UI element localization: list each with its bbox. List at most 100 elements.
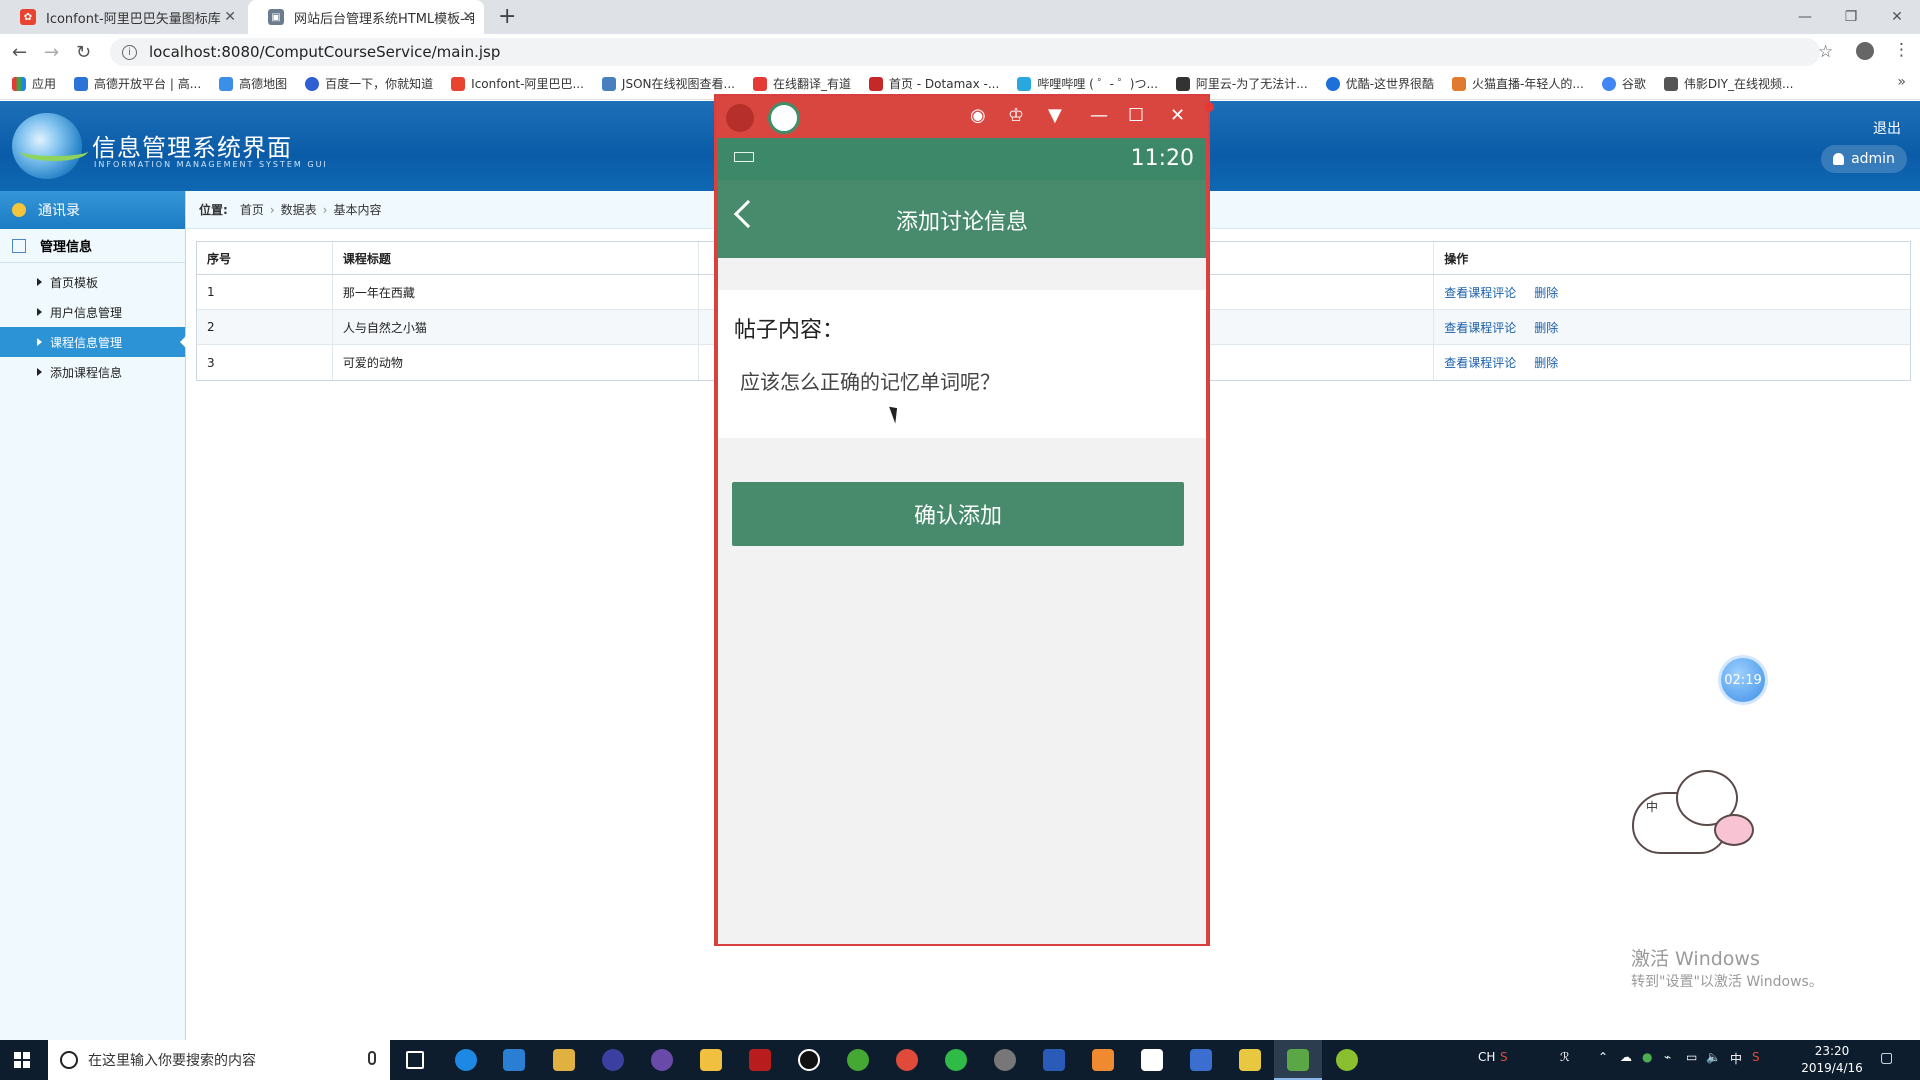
sogou-ime-icon[interactable]: S xyxy=(1752,1050,1760,1064)
chrome-icon[interactable] xyxy=(896,1049,918,1071)
file-explorer-icon[interactable] xyxy=(700,1049,722,1071)
task-view-icon[interactable] xyxy=(406,1051,424,1069)
taskbar-search-input[interactable]: 在这里输入你要搜索的内容 xyxy=(48,1040,390,1080)
minimize-icon[interactable]: — xyxy=(1090,105,1108,126)
ime-mascot[interactable]: 中 xyxy=(1630,770,1756,856)
store-icon[interactable] xyxy=(503,1049,525,1071)
logout-link[interactable]: 退出 xyxy=(1873,118,1901,138)
more-menu-icon[interactable]: ⋮ xyxy=(1893,40,1910,60)
sidebar-header-contacts[interactable]: 通讯录 xyxy=(0,191,185,229)
bookmark-item[interactable]: 高德开放平台 | 高... xyxy=(74,75,201,92)
delete-link[interactable]: 删除 xyxy=(1534,319,1558,336)
floating-timer[interactable]: 02:19 xyxy=(1721,658,1765,702)
post-content-input[interactable] xyxy=(740,362,1180,398)
app-icon[interactable] xyxy=(553,1049,575,1071)
bookmark-item[interactable]: 百度一下，你就知道 xyxy=(305,75,433,92)
wechat-icon[interactable] xyxy=(945,1049,967,1071)
word-icon[interactable] xyxy=(1043,1049,1065,1071)
app-icon[interactable] xyxy=(1336,1049,1358,1071)
taskbar-active-app[interactable] xyxy=(1274,1040,1322,1080)
close-icon[interactable]: ✕ xyxy=(224,9,236,25)
bookmark-item[interactable]: 阿里云-为了无法计... xyxy=(1175,75,1308,92)
usb-icon[interactable]: ⌁ xyxy=(1664,1050,1671,1064)
sidebar-item-add-course[interactable]: 添加课程信息 xyxy=(0,357,185,387)
bookmark-star-icon[interactable]: ☆ xyxy=(1818,42,1833,62)
bookmark-item[interactable]: 在线翻译_有道 xyxy=(752,75,851,92)
delete-link[interactable]: 删除 xyxy=(1534,284,1558,301)
notes-icon[interactable] xyxy=(1239,1049,1261,1071)
sidebar-item-course-management[interactable]: 课程信息管理 xyxy=(0,327,186,357)
forward-arrow-icon[interactable]: → xyxy=(44,42,59,63)
leaf-app-icon[interactable] xyxy=(847,1049,869,1071)
view-comments-link[interactable]: 查看课程评论 xyxy=(1444,319,1516,336)
tab-admin-template[interactable]: ▣ 网站后台管理系统HTML模板--我 ✕ xyxy=(248,0,484,34)
restore-button[interactable]: ❐ xyxy=(1828,0,1874,34)
system-clock[interactable]: 23:20 2019/4/16 xyxy=(1800,1043,1864,1077)
delete-link[interactable]: 删除 xyxy=(1534,354,1558,371)
bookmarks-overflow-icon[interactable]: » xyxy=(1897,74,1906,90)
view-comments-link[interactable]: 查看课程评论 xyxy=(1444,354,1516,371)
edge-icon[interactable] xyxy=(455,1049,477,1071)
minimize-button[interactable]: — xyxy=(1782,0,1828,34)
bookmark-item[interactable]: 高德地图 xyxy=(219,75,287,92)
eclipse-ee-icon[interactable] xyxy=(651,1049,673,1071)
bookmark-item[interactable]: 谷歌 xyxy=(1601,75,1646,92)
bookmark-apps[interactable]: 应用 xyxy=(12,75,56,92)
user-menu[interactable]: admin xyxy=(1821,145,1907,173)
sidebar-group-manage[interactable]: 管理信息 xyxy=(0,229,185,263)
dota-icon[interactable] xyxy=(749,1049,771,1071)
notifications-icon[interactable]: ▢ xyxy=(1880,1050,1893,1066)
network-icon[interactable]: ▭ xyxy=(1686,1050,1697,1064)
feather-app-icon[interactable] xyxy=(1190,1049,1212,1071)
sidebar-item-user-management[interactable]: 用户信息管理 xyxy=(0,297,185,327)
eclipse-icon[interactable] xyxy=(602,1049,624,1071)
app-toolbar: 添加讨论信息 xyxy=(718,180,1206,258)
microphone-icon[interactable] xyxy=(368,1051,376,1065)
app-icon[interactable] xyxy=(994,1049,1016,1071)
bookmark-item[interactable]: 伟影DIY_在线视频... xyxy=(1663,75,1793,92)
breadcrumb-data-table[interactable]: 数据表 xyxy=(281,201,317,218)
new-tab-button[interactable]: + xyxy=(498,4,516,29)
chevron-up-icon[interactable]: ⌃ xyxy=(1598,1050,1608,1064)
app-logo-icon[interactable] xyxy=(768,102,800,134)
dropdown-icon[interactable]: ▼ xyxy=(1048,105,1062,126)
confirm-add-button[interactable]: 确认添加 xyxy=(732,482,1184,546)
url-input[interactable]: i localhost:8080/ComputCourseService/mai… xyxy=(110,38,1820,66)
close-icon[interactable]: ✕ xyxy=(1170,105,1185,126)
close-window-button[interactable]: ✕ xyxy=(1874,0,1920,34)
profile-avatar-icon[interactable] xyxy=(1856,42,1874,60)
volume-icon[interactable]: 🔈 xyxy=(1706,1050,1721,1064)
chevron-down-icon xyxy=(12,203,26,217)
maximize-icon[interactable]: ☐ xyxy=(1128,105,1144,126)
breadcrumb-home[interactable]: 首页 xyxy=(240,201,264,218)
info-icon[interactable]: i xyxy=(122,44,137,60)
bookmark-item[interactable]: JSON在线视图查看... xyxy=(601,75,735,92)
view-comments-link[interactable]: 查看课程评论 xyxy=(1444,284,1516,301)
bookmark-item[interactable]: 优酷-这世界很酷 xyxy=(1325,75,1434,92)
bookmark-item[interactable]: Iconfont-阿里巴巴... xyxy=(451,75,584,92)
bookmark-item[interactable]: 哔哩哔哩 ( ゜- ゜)つ... xyxy=(1017,75,1158,92)
skin-icon[interactable]: ♔ xyxy=(1008,105,1024,126)
input-language[interactable]: CH xyxy=(1478,1050,1495,1064)
emulator-home-icon[interactable] xyxy=(726,104,754,132)
bookmark-label: 阿里云-为了无法计... xyxy=(1195,77,1308,91)
emulator-titlebar[interactable]: ◉ ♔ ▼ — ☐ ✕ xyxy=(716,96,1214,138)
qq-icon[interactable] xyxy=(798,1049,820,1071)
reload-icon[interactable]: ↻ xyxy=(76,42,91,63)
pin-icon[interactable] xyxy=(1204,102,1214,112)
app-icon[interactable] xyxy=(1141,1049,1163,1071)
account-icon[interactable]: ◉ xyxy=(970,105,986,126)
back-arrow-icon[interactable]: ← xyxy=(12,42,27,63)
sogou-icon[interactable]: S xyxy=(1500,1050,1508,1064)
sidebar-item-home-template[interactable]: 首页模板 xyxy=(0,267,185,297)
tab-iconfont[interactable]: ✿ Iconfont-阿里巴巴矢量图标库 ✕ xyxy=(0,0,246,34)
wechat-tray-icon[interactable]: ● xyxy=(1642,1050,1652,1064)
ime-mode[interactable]: 中 xyxy=(1730,1050,1742,1067)
app-icon[interactable] xyxy=(1092,1049,1114,1071)
close-icon[interactable]: ✕ xyxy=(462,9,474,25)
bookmark-item[interactable]: 火猫直播-年轻人的... xyxy=(1452,75,1584,92)
cloud-icon[interactable]: ☁ xyxy=(1620,1050,1632,1064)
windows-start-icon[interactable] xyxy=(14,1052,30,1068)
bookmark-item[interactable]: 首页 - Dotamax -... xyxy=(868,75,999,92)
person-icon[interactable]: ℛ xyxy=(1560,1050,1570,1064)
